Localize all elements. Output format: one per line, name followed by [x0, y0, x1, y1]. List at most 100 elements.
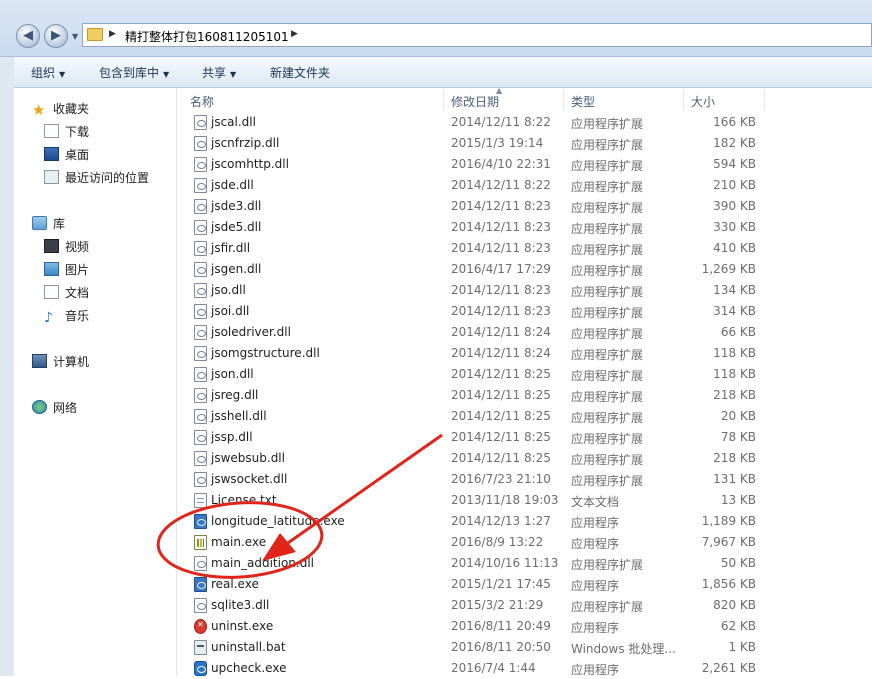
column-header-date[interactable]: 修改日期: [451, 93, 499, 110]
nav-computer[interactable]: 计算机: [32, 353, 89, 370]
file-row[interactable]: main_addition.dll 2014/10/16 11:13 应用程序扩展 5…: [186, 553, 872, 574]
file-name: jsoledriver.dll: [211, 325, 291, 339]
back-button[interactable]: ◀: [16, 24, 40, 48]
file-row[interactable]: jsde5.dll 2014/12/11 8:23 应用程序扩展 330 KB: [186, 217, 872, 238]
file-row[interactable]: jsshell.dll 2014/12/11 8:25 应用程序扩展 20 KB: [186, 406, 872, 427]
column-divider[interactable]: [764, 90, 765, 110]
dll-file-icon: [194, 598, 207, 613]
file-date: 2014/12/11 8:25: [451, 388, 551, 402]
file-size: 330 KB: [713, 220, 756, 234]
file-row[interactable]: sqlite3.dll 2015/3/2 21:29 应用程序扩展 820 KB: [186, 595, 872, 616]
file-row[interactable]: longitude_latitude.exe 2014/12/13 1:27 应用程…: [186, 511, 872, 532]
file-date: 2016/8/9 13:22: [451, 535, 544, 549]
dll-file-icon: [194, 346, 207, 361]
file-date: 2014/12/11 8:24: [451, 346, 551, 360]
dll-file-icon: [194, 283, 207, 298]
nav-videos[interactable]: 视频: [44, 238, 89, 255]
file-row[interactable]: jsoledriver.dll 2014/12/11 8:24 应用程序扩展 66 K…: [186, 322, 872, 343]
nav-label: 视频: [65, 240, 90, 254]
file-row[interactable]: License.txt 2013/11/18 19:03 文本文档 13 KB: [186, 490, 872, 511]
share-button[interactable]: 共享 ▼: [202, 64, 236, 81]
forward-button[interactable]: ▶: [44, 24, 68, 48]
nav-documents[interactable]: 文档: [44, 284, 89, 301]
file-row[interactable]: jscomhttp.dll 2016/4/10 22:31 应用程序扩展 594 KB: [186, 154, 872, 175]
file-row[interactable]: jsomgstructure.dll 2014/12/11 8:24 应用程序扩展 1…: [186, 343, 872, 364]
file-size: 218 KB: [713, 388, 756, 402]
file-date: 2016/7/4 1:44: [451, 661, 536, 675]
file-row[interactable]: jssp.dll 2014/12/11 8:25 应用程序扩展 78 KB: [186, 427, 872, 448]
column-divider[interactable]: [563, 90, 564, 110]
file-size: 1 KB: [728, 640, 756, 654]
breadcrumb-chevron-icon[interactable]: ▶: [291, 29, 298, 39]
column-header-type[interactable]: 类型: [571, 93, 595, 110]
library-icon: [32, 216, 47, 230]
address-bar[interactable]: ▶ 精打整体打包160811205101 ▶: [82, 23, 872, 47]
nav-desktop[interactable]: 桌面: [44, 146, 89, 163]
organize-button[interactable]: 组织 ▼: [31, 64, 65, 81]
dll-file-icon: [194, 178, 207, 193]
nav-label: 库: [53, 217, 66, 231]
chevron-down-icon: ▼: [230, 70, 237, 79]
nav-music[interactable]: ♪ 音乐: [44, 307, 89, 325]
file-row[interactable]: jso.dll 2014/12/11 8:23 应用程序扩展 134 KB: [186, 280, 872, 301]
file-date: 2014/12/11 8:23: [451, 304, 551, 318]
chevron-down-icon: ▼: [163, 70, 170, 79]
file-row[interactable]: jsfir.dll 2014/12/11 8:23 应用程序扩展 410 KB: [186, 238, 872, 259]
file-date: 2014/12/11 8:23: [451, 283, 551, 297]
breadcrumb-current-folder[interactable]: 精打整体打包160811205101: [125, 28, 289, 45]
file-row[interactable]: jscnfrzip.dll 2015/1/3 19:14 应用程序扩展 182 KB: [186, 133, 872, 154]
file-row[interactable]: jsde3.dll 2014/12/11 8:23 应用程序扩展 390 KB: [186, 196, 872, 217]
file-type: 应用程序扩展: [571, 306, 644, 320]
nav-network[interactable]: 网络: [32, 399, 77, 416]
file-row[interactable]: jswebsub.dll 2014/12/11 8:25 应用程序扩展 218 KB: [186, 448, 872, 469]
nav-favorites[interactable]: ★ 收藏夹: [32, 100, 89, 118]
file-date: 2014/12/11 8:23: [451, 220, 551, 234]
file-type: 应用程序扩展: [571, 411, 644, 425]
dll-file-icon: [194, 556, 207, 571]
file-row[interactable]: jswsocket.dll 2016/7/23 21:10 应用程序扩展 131 KB: [186, 469, 872, 490]
nav-downloads[interactable]: 下载: [44, 123, 89, 140]
file-row[interactable]: uninstall.bat 2016/8/11 20:50 Windows 批处理.…: [186, 637, 872, 658]
file-row[interactable]: jsreg.dll 2014/12/11 8:25 应用程序扩展 218 KB: [186, 385, 872, 406]
include-in-library-button[interactable]: 包含到库中 ▼: [99, 64, 169, 81]
dll-file-icon: [194, 157, 207, 172]
file-type: 应用程序: [571, 516, 620, 530]
file-row[interactable]: main.exe 2016/8/9 13:22 应用程序 7,967 KB: [186, 532, 872, 553]
share-label: 共享: [202, 66, 227, 80]
file-row[interactable]: jscal.dll 2014/12/11 8:22 应用程序扩展 166 KB: [186, 112, 872, 133]
file-date: 2014/12/11 8:25: [451, 409, 551, 423]
file-row[interactable]: real.exe 2015/1/21 17:45 应用程序 1,856 KB: [186, 574, 872, 595]
back-arrow-icon: ◀: [23, 28, 33, 43]
nav-pictures[interactable]: 图片: [44, 261, 89, 278]
file-date: 2015/1/21 17:45: [451, 577, 551, 591]
column-header-size[interactable]: 大小: [691, 93, 715, 110]
column-divider[interactable]: [443, 90, 444, 110]
nav-recent-places[interactable]: 最近访问的位置: [44, 169, 149, 186]
file-size: 20 KB: [720, 409, 756, 423]
nav-label: 计算机: [53, 355, 90, 369]
breadcrumb-chevron-icon[interactable]: ▶: [109, 29, 116, 39]
dll-file-icon: [194, 199, 207, 214]
nav-libraries[interactable]: 库: [32, 215, 65, 232]
txt-file-icon: [194, 493, 207, 508]
file-type: 应用程序扩展: [571, 600, 644, 614]
file-name: jsoi.dll: [211, 304, 250, 318]
dll-file-icon: [194, 241, 207, 256]
file-row[interactable]: jsde.dll 2014/12/11 8:22 应用程序扩展 210 KB: [186, 175, 872, 196]
chart-file-icon: [194, 535, 207, 550]
column-header-name[interactable]: 名称: [190, 93, 214, 110]
column-divider[interactable]: [683, 90, 684, 110]
recent-pages-dropdown-icon[interactable]: ▼: [72, 32, 78, 41]
file-size: 390 KB: [713, 199, 756, 213]
new-folder-button[interactable]: 新建文件夹: [270, 64, 330, 81]
file-row[interactable]: json.dll 2014/12/11 8:25 应用程序扩展 118 KB: [186, 364, 872, 385]
file-row[interactable]: jsgen.dll 2016/4/17 17:29 应用程序扩展 1,269 KB: [186, 259, 872, 280]
file-name: upcheck.exe: [211, 661, 287, 675]
file-type: Windows 批处理...: [571, 642, 676, 656]
err-file-icon: [194, 619, 207, 634]
file-row[interactable]: uninst.exe 2016/8/11 20:49 应用程序 62 KB: [186, 616, 872, 637]
network-icon: [32, 400, 47, 414]
file-name: jsreg.dll: [211, 388, 259, 402]
picture-icon: [44, 262, 59, 276]
file-row[interactable]: jsoi.dll 2014/12/11 8:23 应用程序扩展 314 KB: [186, 301, 872, 322]
